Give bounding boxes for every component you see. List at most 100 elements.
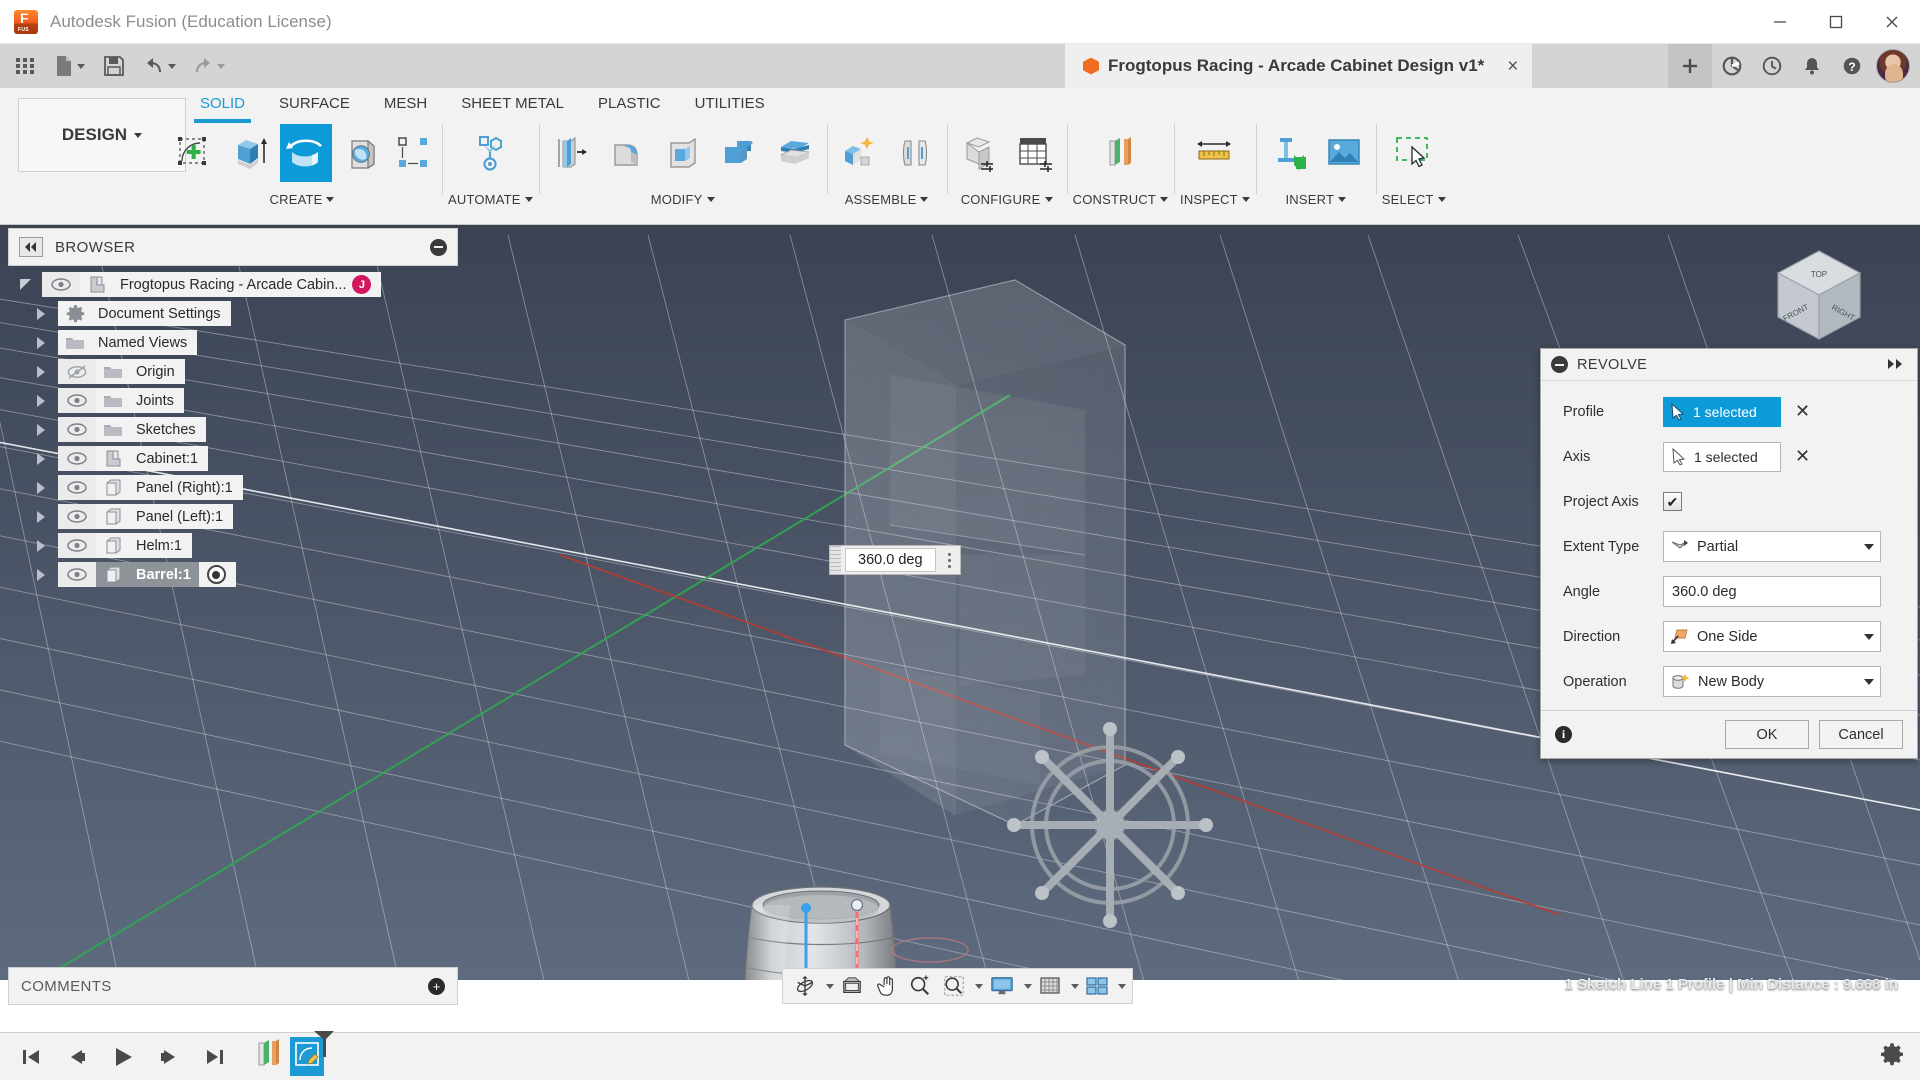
visibility-eye-icon[interactable]: [58, 417, 96, 442]
visibility-eye-icon[interactable]: [58, 562, 96, 587]
collapse-left-icon[interactable]: [19, 237, 43, 257]
direction-dropdown[interactable]: One Side: [1663, 621, 1881, 652]
combine-icon[interactable]: [713, 124, 765, 182]
maximize-icon[interactable]: [1808, 0, 1864, 44]
minimize-icon[interactable]: [1752, 0, 1808, 44]
canvas-angle-input-widget[interactable]: 360.0 deg: [829, 545, 961, 575]
notifications-bell-icon[interactable]: [1792, 44, 1832, 88]
expand-arrow-icon[interactable]: [24, 307, 58, 320]
visibility-eye-icon[interactable]: [58, 533, 96, 558]
ribbon-group-label-assemble[interactable]: ASSEMBLE: [845, 192, 929, 207]
ribbon-group-label-configure[interactable]: CONFIGURE: [961, 192, 1053, 207]
sweep-icon[interactable]: [336, 124, 388, 182]
user-avatar[interactable]: [1876, 49, 1910, 83]
status-badge[interactable]: J: [352, 275, 372, 294]
offset-face-icon[interactable]: [769, 124, 821, 182]
fillet-icon[interactable]: [601, 124, 653, 182]
help-question-icon[interactable]: ?: [1832, 44, 1872, 88]
expand-arrow-icon[interactable]: [24, 394, 58, 407]
go-to-end-button[interactable]: [192, 1034, 238, 1080]
configuration-table-icon[interactable]: [1009, 124, 1061, 182]
timeline-feature-sketch[interactable]: [290, 1031, 334, 1076]
expand-arrow-icon[interactable]: [24, 423, 58, 436]
orbit-button[interactable]: [789, 971, 821, 1001]
fit-button[interactable]: [938, 971, 970, 1001]
tree-row-panel-left[interactable]: Panel (Left):1: [8, 502, 468, 531]
cancel-button[interactable]: Cancel: [1819, 720, 1903, 749]
tree-row-joints[interactable]: Joints: [8, 386, 468, 415]
visibility-eye-icon[interactable]: [58, 475, 96, 500]
chevron-down-icon[interactable]: [217, 63, 225, 69]
operation-dropdown[interactable]: New Body: [1663, 666, 1881, 697]
ribbon-group-label-modify[interactable]: MODIFY: [651, 192, 715, 207]
visibility-eye-icon[interactable]: [58, 388, 96, 413]
expand-arrow-icon[interactable]: [24, 365, 58, 378]
expand-arrow-icon[interactable]: [24, 539, 58, 552]
double-chevron-right-icon[interactable]: [1887, 358, 1907, 372]
redo-button[interactable]: [188, 49, 229, 83]
tree-row-sketches[interactable]: Sketches: [8, 415, 468, 444]
extrude-icon[interactable]: [224, 124, 276, 182]
revolve-icon[interactable]: [280, 124, 332, 182]
visibility-eye-icon[interactable]: [58, 504, 96, 529]
plus-circle-icon[interactable]: +: [428, 977, 445, 995]
pan-button[interactable]: [870, 971, 902, 1001]
ok-button[interactable]: OK: [1725, 720, 1809, 749]
insert-canvas-icon[interactable]: [1318, 124, 1370, 182]
chevron-down-icon[interactable]: [1071, 983, 1079, 989]
insert-mcmaster-icon[interactable]: [1262, 124, 1314, 182]
job-status-clock-icon[interactable]: [1752, 44, 1792, 88]
tree-row-barrel[interactable]: Barrel:1: [8, 560, 468, 589]
go-to-beginning-button[interactable]: [8, 1034, 54, 1080]
tab-surface[interactable]: SURFACE: [279, 90, 350, 117]
look-at-button[interactable]: [836, 971, 868, 1001]
tree-row-named-views[interactable]: Named Views: [8, 328, 468, 357]
gear-icon[interactable]: [1880, 1042, 1904, 1071]
new-file-button[interactable]: [50, 49, 89, 83]
expand-arrow-icon[interactable]: [24, 452, 58, 465]
tree-row-panel-right[interactable]: Panel (Right):1: [8, 473, 468, 502]
project-axis-checkbox[interactable]: [1663, 492, 1682, 511]
tree-row-helm[interactable]: Helm:1: [8, 531, 468, 560]
minus-circle-icon[interactable]: [1551, 356, 1568, 373]
chevron-down-icon[interactable]: [168, 63, 176, 69]
canvas-angle-input[interactable]: 360.0 deg: [845, 548, 936, 572]
configuration-icon[interactable]: [953, 124, 1005, 182]
extensions-icon[interactable]: [1712, 44, 1752, 88]
pattern-icon[interactable]: [392, 124, 436, 182]
clear-axis-icon[interactable]: ✕: [1795, 446, 1810, 467]
expand-arrow-icon[interactable]: [24, 568, 58, 581]
app-grid-button[interactable]: [8, 49, 42, 83]
measure-icon[interactable]: [1189, 124, 1241, 182]
expand-arrow-icon[interactable]: [24, 481, 58, 494]
ribbon-group-label-construct[interactable]: CONSTRUCT: [1073, 192, 1169, 207]
chevron-down-icon[interactable]: [826, 983, 834, 989]
clear-profile-icon[interactable]: ✕: [1795, 401, 1810, 422]
select-icon[interactable]: [1388, 124, 1440, 182]
comments-panel[interactable]: COMMENTS +: [8, 967, 458, 1005]
tree-row-cabinet[interactable]: Cabinet:1: [8, 444, 468, 473]
undo-button[interactable]: [139, 49, 180, 83]
new-tab-button[interactable]: [1668, 44, 1712, 88]
display-settings-button[interactable]: [985, 971, 1019, 1001]
press-pull-icon[interactable]: [545, 124, 597, 182]
tab-sheet-metal[interactable]: SHEET METAL: [461, 90, 564, 117]
close-icon[interactable]: [1864, 0, 1920, 44]
expand-arrow-open[interactable]: [8, 279, 42, 290]
chevron-down-icon[interactable]: [77, 63, 85, 69]
tab-mesh[interactable]: MESH: [384, 90, 427, 117]
visibility-eye-icon[interactable]: [58, 446, 96, 471]
tree-row-origin[interactable]: Origin: [8, 357, 468, 386]
extent-type-dropdown[interactable]: Partial: [1663, 531, 1881, 562]
tab-utilities[interactable]: UTILITIES: [695, 90, 765, 117]
create-sketch-icon[interactable]: [168, 124, 220, 182]
automated-modeling-icon[interactable]: [464, 124, 516, 182]
tree-row-document-settings[interactable]: Document Settings: [8, 299, 468, 328]
ribbon-group-label-automate[interactable]: AUTOMATE: [448, 192, 533, 207]
minus-circle-icon[interactable]: [430, 238, 447, 256]
play-button[interactable]: [100, 1034, 146, 1080]
axis-select-button[interactable]: 1 selected: [1663, 441, 1781, 472]
zoom-button[interactable]: [904, 971, 936, 1001]
drag-grip-icon[interactable]: [830, 546, 841, 574]
document-tab[interactable]: Frogtopus Racing - Arcade Cabinet Design…: [1065, 44, 1533, 88]
